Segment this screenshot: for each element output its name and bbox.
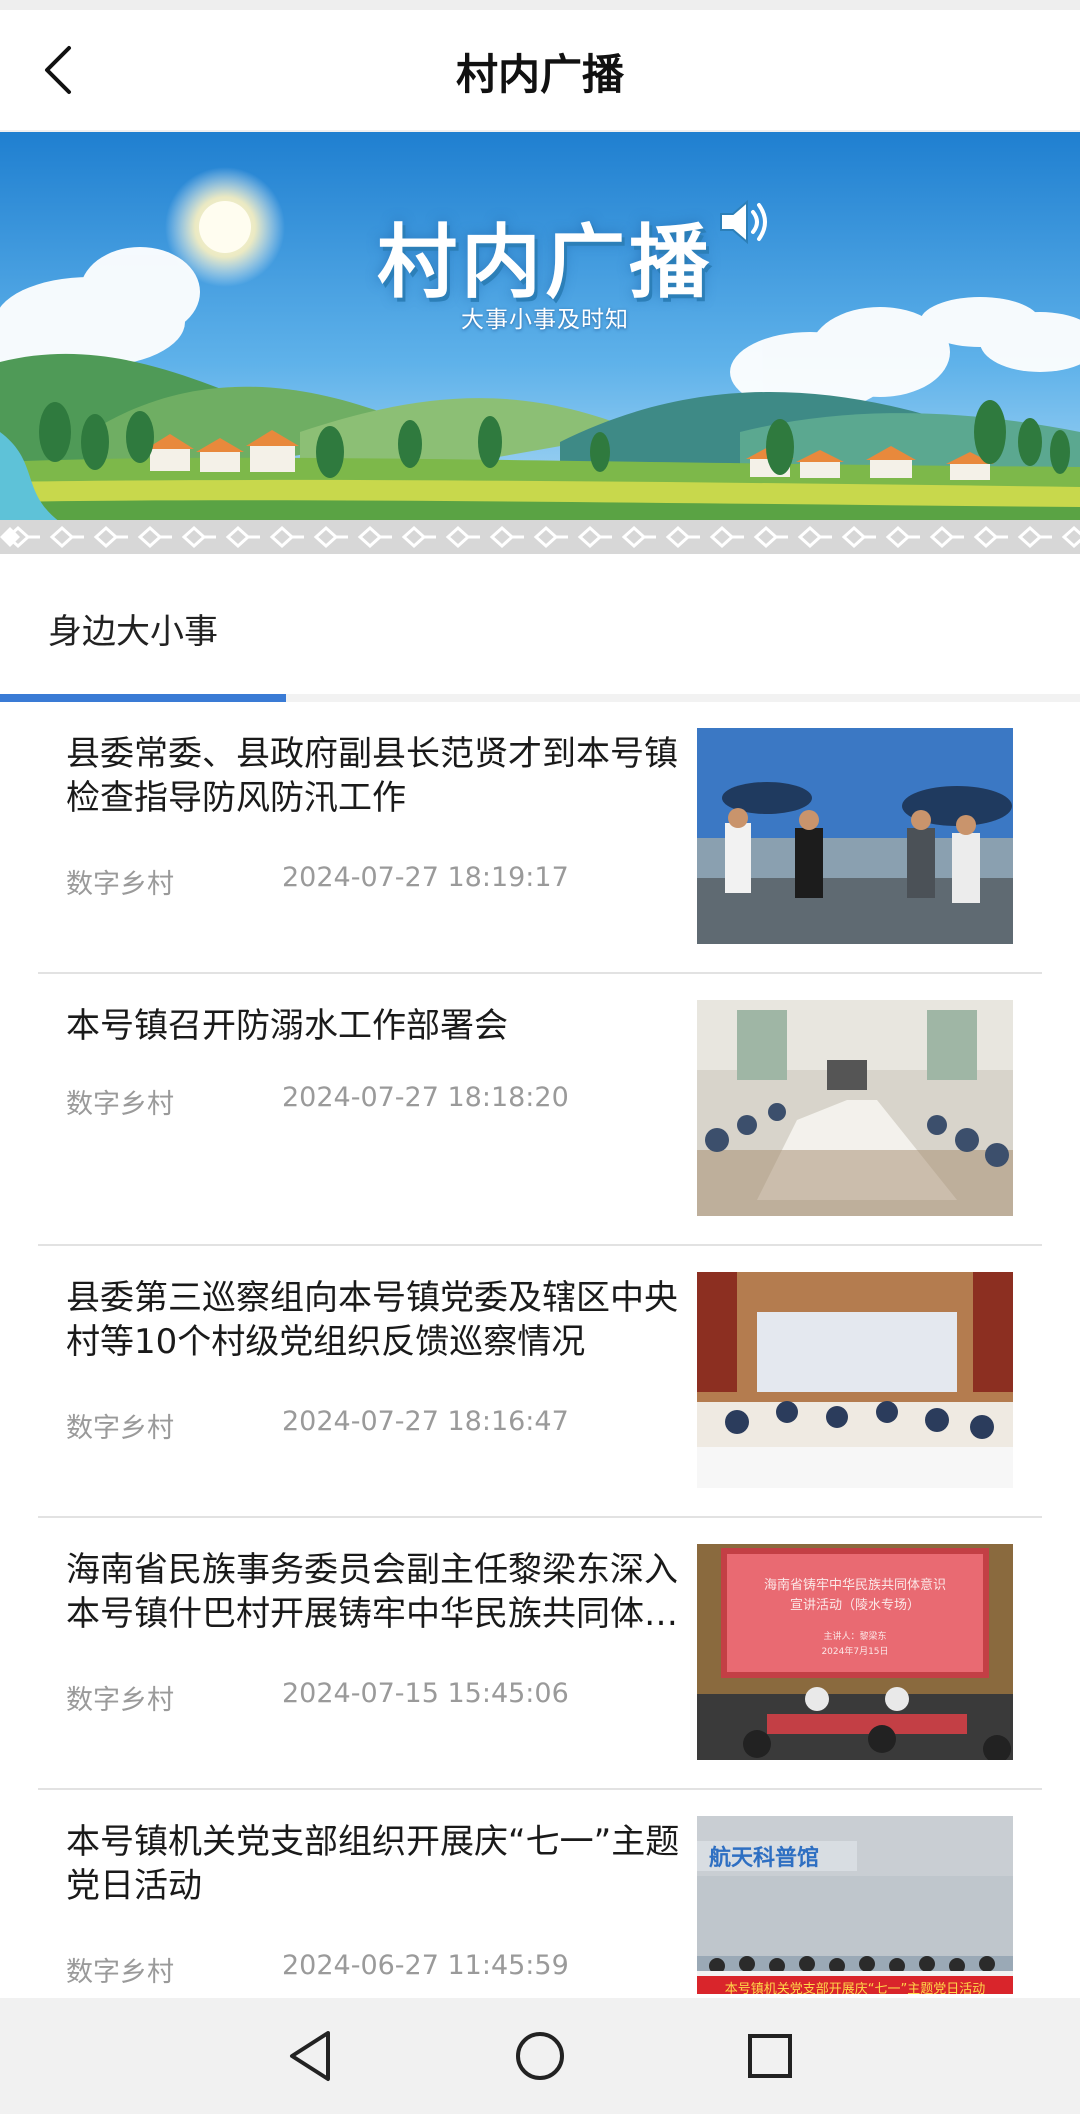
speaker-icon — [720, 199, 767, 245]
news-title: 本号镇机关党支部组织开展庆“七一”主题党日活动 — [66, 1822, 680, 1906]
news-source: 数字乡村 — [66, 1957, 174, 1988]
section-tabs: 身边大小事 — [0, 554, 1080, 702]
chevron-left-icon — [45, 46, 71, 94]
news-title: 本号镇召开防溺水工作部署会 — [66, 1006, 508, 1046]
news-item[interactable]: 海南省民族事务委员会副主任黎梁东深入本号镇什巴村开展铸牢中华民族共同体意识宣讲活… — [38, 1518, 1042, 1790]
news-thumbnail: 航天科普馆 本号镇机关党支部开展庆“七一”主题党日活动 — [697, 1816, 1013, 1994]
news-item[interactable]: 县委常委、县政府副县长范贤才到本号镇检查指导防风防汛工作 数字乡村 2024-0… — [38, 702, 1042, 974]
news-thumbnail — [697, 1272, 1013, 1488]
news-title: 海南省民族事务委员会副主任黎梁东深入本号镇什巴村开展铸牢中华民族共同体意识宣讲活… — [66, 1550, 678, 1634]
news-time: 2024-07-27 18:18:20 — [282, 1082, 569, 1113]
circle-home-icon — [516, 2032, 564, 2080]
hero-banner: 村内广播 大事小事及时知 — [0, 132, 1080, 554]
thumb-red-banner: 本号镇机关党支部开展庆“七一”主题党日活动 — [725, 1982, 985, 1994]
nav-back-button[interactable] — [282, 2028, 338, 2084]
square-recents-icon — [748, 2034, 792, 2078]
app-header: 村内广播 — [0, 10, 1080, 132]
tab-nearby-news[interactable]: 身边大小事 — [48, 604, 218, 653]
news-thumbnail — [697, 1000, 1013, 1216]
news-thumbnail: 海南省铸牢中华民族共同体意识 宣讲活动（陵水专场） 主讲人：黎梁东 2024年7… — [697, 1544, 1013, 1760]
triangle-back-icon — [290, 2031, 330, 2081]
banner-illustration — [0, 132, 1080, 554]
page-title: 村内广播 — [455, 49, 624, 99]
banner-title: 村内广播 — [377, 215, 713, 309]
nav-home-button[interactable] — [512, 2028, 568, 2084]
banner-subtitle: 大事小事及时知 — [461, 307, 629, 333]
slide-line4: 2024年7月15日 — [821, 1645, 888, 1657]
news-item[interactable]: 本号镇召开防溺水工作部署会 数字乡村 2024-07-27 18:18:20 — [38, 974, 1042, 1246]
news-time: 2024-07-27 18:16:47 — [282, 1406, 569, 1437]
news-source: 数字乡村 — [66, 869, 174, 900]
slide-line1: 海南省铸牢中华民族共同体意识 — [764, 1577, 946, 1593]
news-source: 数字乡村 — [66, 1685, 174, 1716]
slide-line2: 宣讲活动（陵水专场） — [790, 1597, 920, 1613]
news-thumbnail — [697, 728, 1013, 944]
news-item[interactable]: 县委第三巡察组向本号镇党委及辖区中央村等10个村级党组织反馈巡察情况 数字乡村 … — [38, 1246, 1042, 1518]
news-source: 数字乡村 — [66, 1089, 174, 1120]
news-source: 数字乡村 — [66, 1413, 174, 1444]
slide-line3: 主讲人：黎梁东 — [823, 1630, 886, 1642]
tab-indicator — [0, 694, 286, 702]
status-bar — [0, 0, 1080, 10]
news-list: 县委常委、县政府副县长范贤才到本号镇检查指导防风防汛工作 数字乡村 2024-0… — [0, 702, 1080, 2062]
news-title: 县委常委、县政府副县长范贤才到本号镇检查指导防风防汛工作 — [66, 734, 678, 818]
news-time: 2024-07-15 15:45:06 — [282, 1678, 569, 1709]
news-title: 县委第三巡察组向本号镇党委及辖区中央村等10个村级党组织反馈巡察情况 — [66, 1278, 678, 1362]
news-time: 2024-07-27 18:19:17 — [282, 862, 569, 893]
thumb-sign: 航天科普馆 — [709, 1845, 819, 1871]
news-time: 2024-06-27 11:45:59 — [282, 1950, 569, 1981]
back-button[interactable] — [28, 30, 88, 110]
nav-recents-button[interactable] — [742, 2028, 798, 2084]
system-nav-bar — [0, 1998, 1080, 2114]
